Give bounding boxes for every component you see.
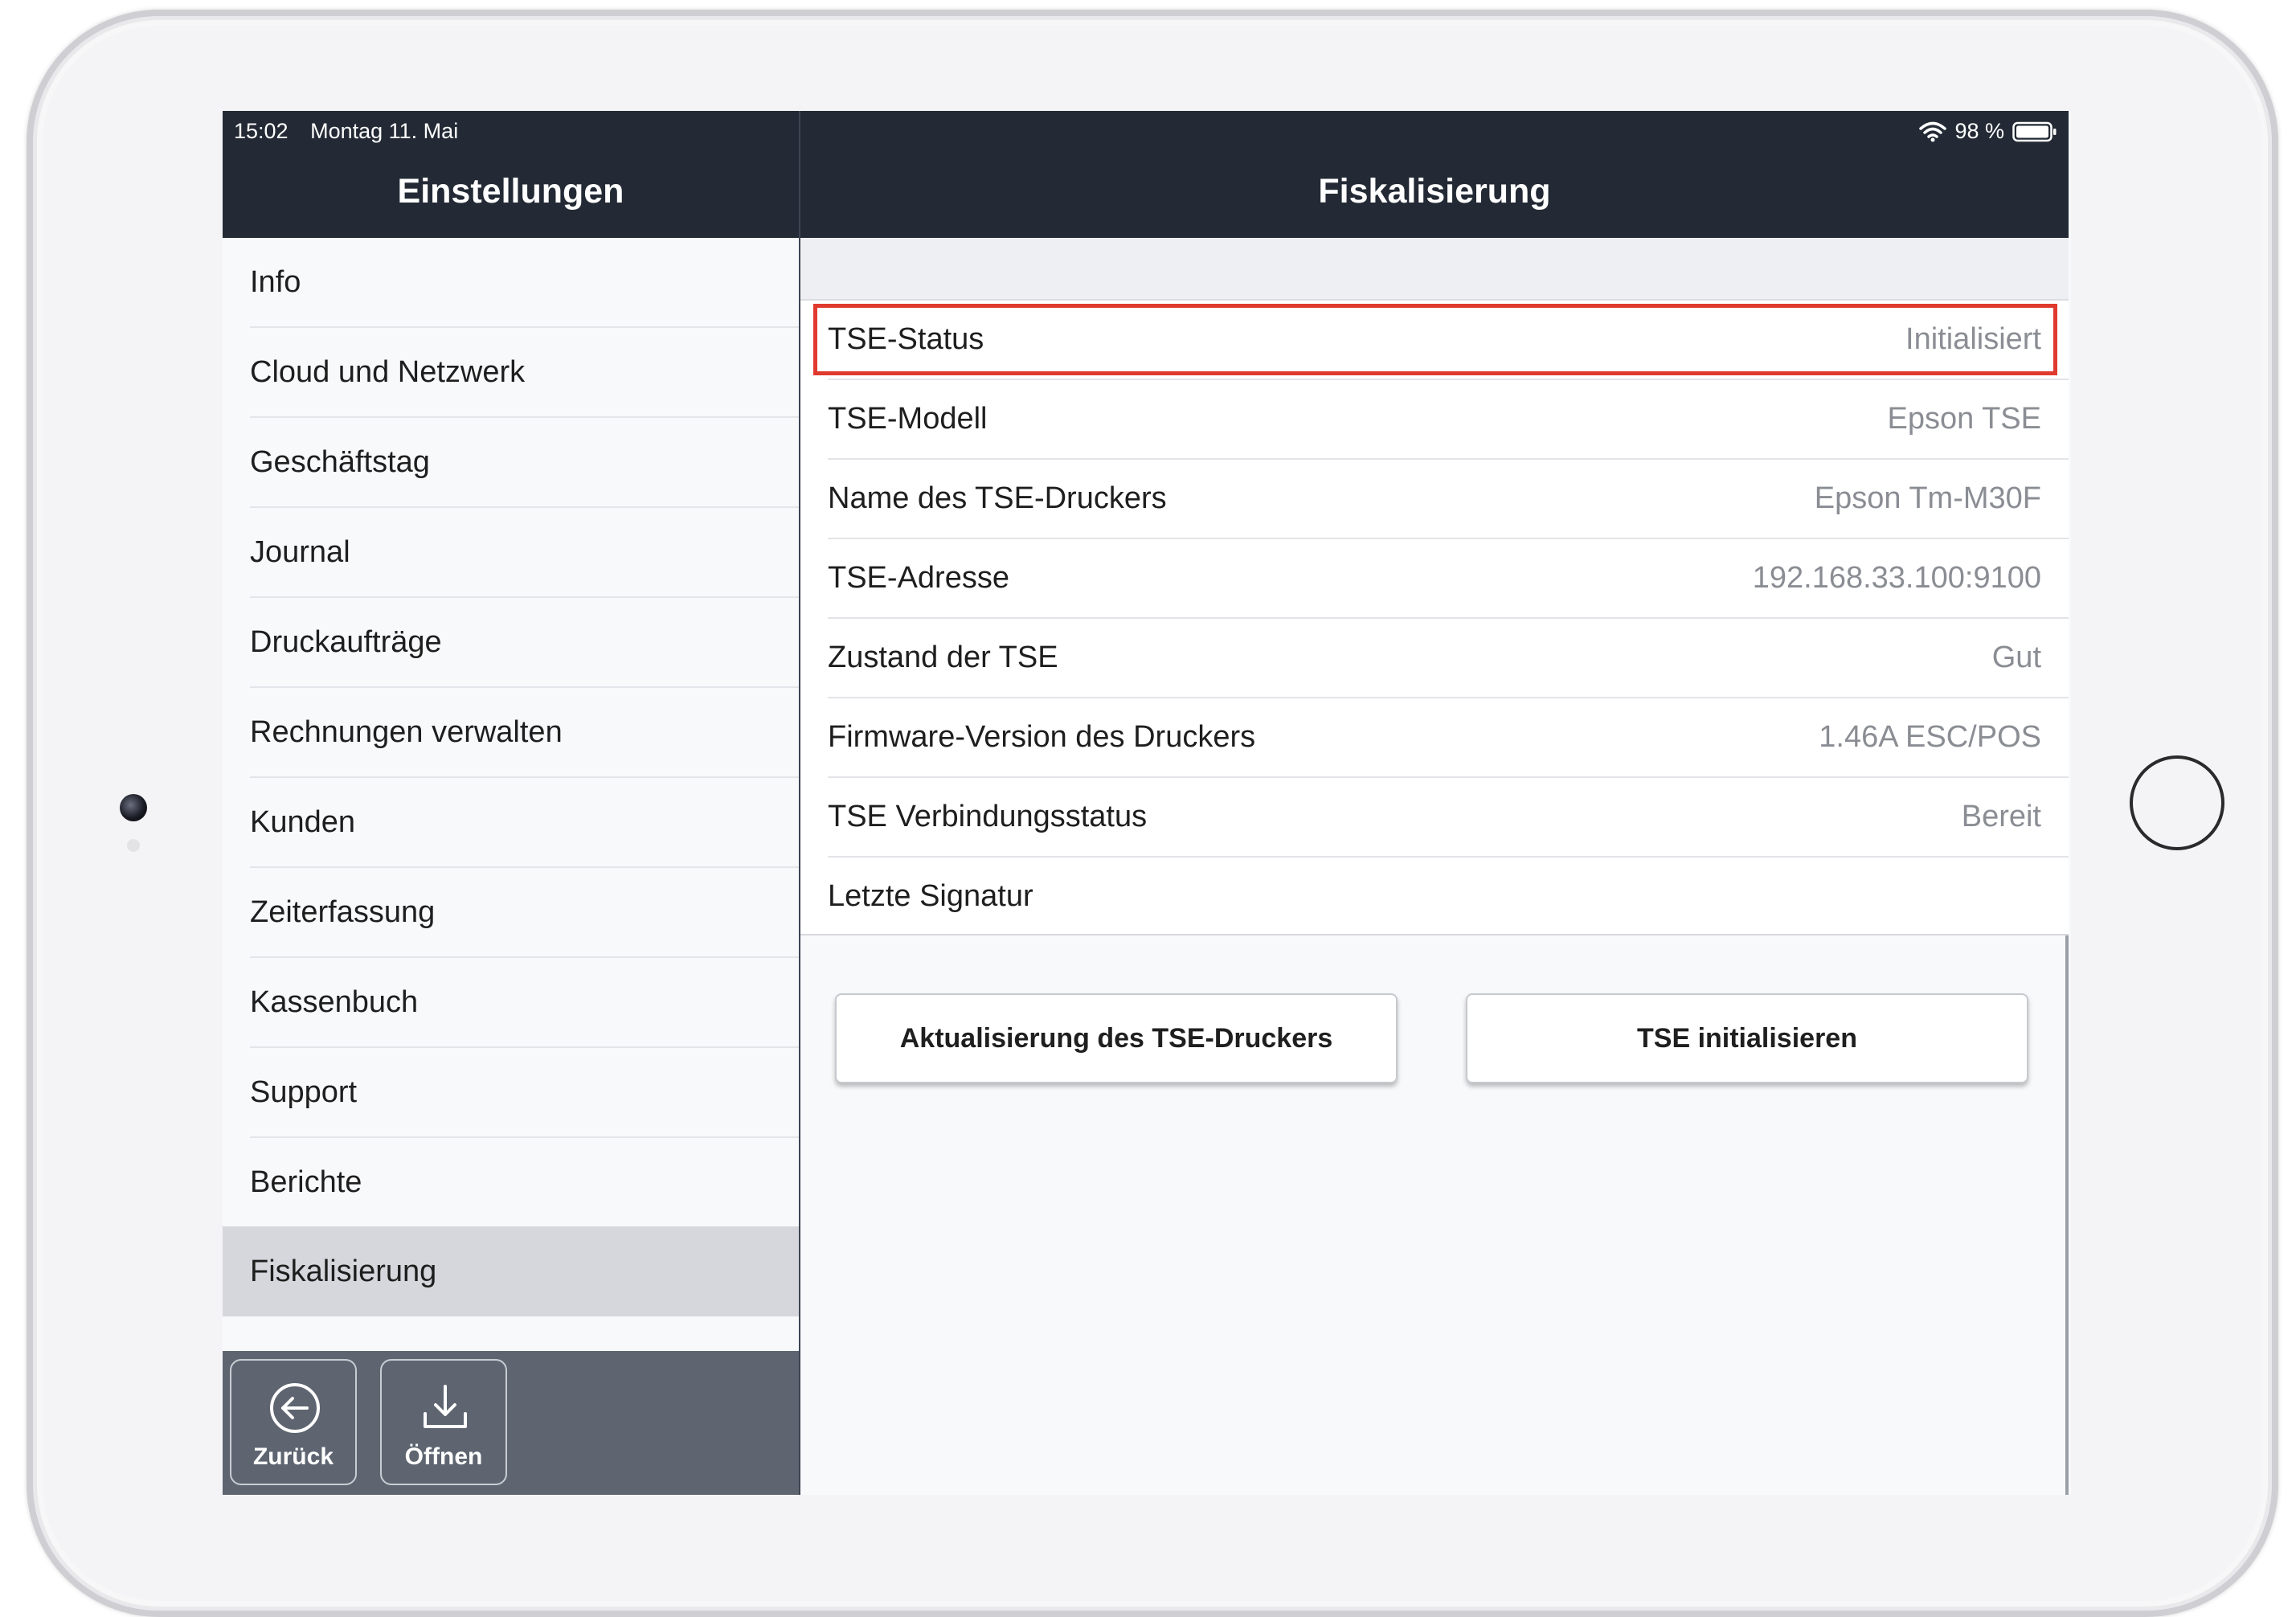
wifi-icon bbox=[1919, 121, 1947, 141]
battery-percent: 98 % bbox=[1954, 119, 2004, 143]
sidebar-item-reports[interactable]: Berichte bbox=[250, 1138, 799, 1226]
sidebar-item-cloud-network[interactable]: Cloud und Netzwerk bbox=[250, 328, 799, 418]
row-label: TSE Verbindungsstatus bbox=[828, 800, 1148, 833]
row-tse-printer-name: Name des TSE-Druckers Epson Tm-M30F bbox=[828, 460, 2069, 539]
screen: 15:02 Montag 11. Mai Einstellungen Info … bbox=[223, 111, 2071, 1495]
sidebar-item-label: Rechnungen verwalten bbox=[250, 714, 563, 749]
row-value: Bereit bbox=[1961, 800, 2041, 833]
sidebar-title: Einstellungen bbox=[397, 172, 624, 211]
status-date: Montag 11. Mai bbox=[310, 119, 459, 143]
row-value: Epson TSE bbox=[1887, 402, 2041, 436]
row-tse-model: TSE-Modell Epson TSE bbox=[828, 380, 2069, 460]
row-tse-status: TSE-Status Initialisiert bbox=[813, 301, 2069, 380]
camera-icon bbox=[120, 794, 147, 821]
row-value: Gut bbox=[1991, 641, 2041, 674]
row-label: Name des TSE-Druckers bbox=[828, 481, 1167, 515]
sidebar-item-label: Info bbox=[250, 264, 301, 299]
section-header bbox=[800, 238, 2069, 301]
sidebar-item-label: Berichte bbox=[250, 1165, 362, 1199]
sidebar-item-fiscalization[interactable]: Fiskalisierung bbox=[223, 1226, 799, 1316]
row-tse-condition: Zustand der TSE Gut bbox=[828, 619, 2069, 698]
row-value: Epson Tm-M30F bbox=[1814, 481, 2041, 515]
sidebar-item-customers[interactable]: Kunden bbox=[250, 778, 799, 868]
sidebar-item-label: Druckaufträge bbox=[250, 624, 442, 659]
detail-title: Fiskalisierung bbox=[1318, 172, 1551, 211]
row-label: Letzte Signatur bbox=[828, 879, 1033, 913]
open-button[interactable]: Öffnen bbox=[380, 1359, 507, 1485]
detail-navbar: 98 % Fiskalisierung bbox=[800, 111, 2069, 238]
back-button[interactable]: Zurück bbox=[230, 1359, 357, 1485]
highlight-box bbox=[813, 304, 2057, 375]
status-time: 15:02 bbox=[234, 119, 289, 143]
open-button-label: Öffnen bbox=[404, 1443, 483, 1470]
sidebar-item-label: Support bbox=[250, 1075, 358, 1109]
sidebar-item-invoices[interactable]: Rechnungen verwalten bbox=[250, 688, 799, 778]
status-bar-left: 15:02 Montag 11. Mai bbox=[234, 119, 474, 144]
sidebar-item-label: Kunden bbox=[250, 804, 356, 839]
sidebar-item-cashbook[interactable]: Kassenbuch bbox=[250, 958, 799, 1048]
sensor-dot bbox=[127, 839, 140, 852]
bottom-toolbar: Zurück Öffnen bbox=[223, 1351, 799, 1495]
row-firmware-version: Firmware-Version des Druckers 1.46A ESC/… bbox=[828, 698, 2069, 778]
arrow-left-circle-icon bbox=[270, 1383, 320, 1433]
update-tse-printer-button[interactable]: Aktualisierung des TSE-Druckers bbox=[835, 993, 1398, 1083]
list-divider bbox=[800, 934, 2069, 935]
settings-menu: Info Cloud und Netzwerk Geschäftstag Jou… bbox=[223, 238, 799, 1316]
row-last-signature: Letzte Signatur bbox=[828, 858, 2069, 935]
sidebar-item-support[interactable]: Support bbox=[250, 1048, 799, 1138]
back-button-label: Zurück bbox=[252, 1443, 334, 1470]
sidebar-navbar: 15:02 Montag 11. Mai Einstellungen bbox=[223, 111, 799, 238]
battery-icon bbox=[2012, 121, 2057, 141]
row-connection-status: TSE Verbindungsstatus Bereit bbox=[828, 778, 2069, 858]
sidebar-item-print-jobs[interactable]: Druckaufträge bbox=[250, 598, 799, 688]
sidebar-item-business-day[interactable]: Geschäftstag bbox=[250, 418, 799, 508]
row-value: 192.168.33.100:9100 bbox=[1752, 561, 2041, 595]
tse-info-list: TSE-Status Initialisiert TSE-Modell Epso… bbox=[800, 301, 2069, 935]
home-button[interactable] bbox=[2130, 755, 2224, 850]
row-tse-address: TSE-Adresse 192.168.33.100:9100 bbox=[828, 539, 2069, 619]
sidebar-item-label: Zeiterfassung bbox=[250, 894, 436, 929]
sidebar-item-label: Journal bbox=[250, 534, 350, 569]
row-label: Zustand der TSE bbox=[828, 641, 1058, 674]
initialize-tse-button[interactable]: TSE initialisieren bbox=[1466, 993, 2028, 1083]
sidebar-item-label: Cloud und Netzwerk bbox=[250, 354, 526, 389]
sidebar-item-time-tracking[interactable]: Zeiterfassung bbox=[250, 868, 799, 958]
row-label: Firmware-Version des Druckers bbox=[828, 720, 1256, 754]
row-value: 1.46A ESC/POS bbox=[1819, 720, 2041, 754]
row-label: TSE-Modell bbox=[828, 402, 988, 436]
status-bar-right: 98 % bbox=[1919, 119, 2057, 144]
sidebar-item-journal[interactable]: Journal bbox=[250, 508, 799, 598]
sidebar-item-label: Kassenbuch bbox=[250, 985, 419, 1019]
sidebar-item-label: Geschäftstag bbox=[250, 444, 430, 479]
download-icon bbox=[424, 1385, 467, 1428]
sidebar-item-label: Fiskalisierung bbox=[250, 1254, 437, 1288]
sidebar-item-info[interactable]: Info bbox=[250, 238, 799, 328]
settings-sidebar: 15:02 Montag 11. Mai Einstellungen Info … bbox=[223, 111, 799, 1495]
fiscalization-detail: 98 % Fiskalisierung TSE-Status Initialis… bbox=[800, 111, 2069, 1495]
row-label: TSE-Adresse bbox=[828, 561, 1009, 595]
